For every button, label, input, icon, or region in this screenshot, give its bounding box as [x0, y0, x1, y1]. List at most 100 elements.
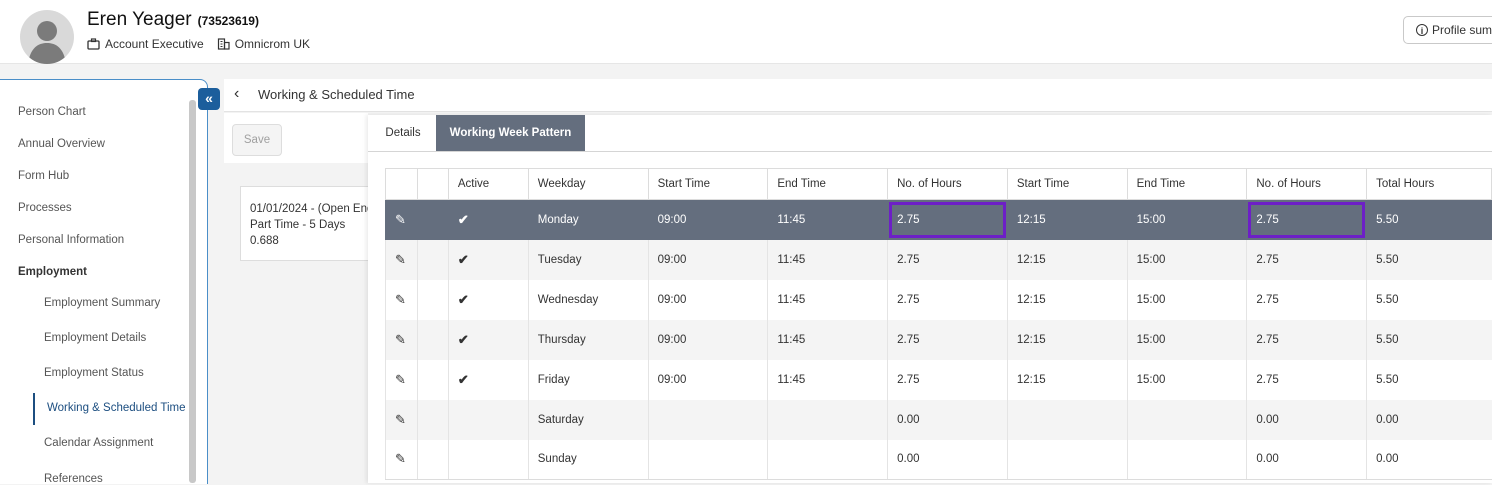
start-time-2-cell: 12:15: [1006, 279, 1128, 320]
col-header-weekday[interactable]: Weekday: [527, 168, 649, 200]
sidebar-item-employment-details[interactable]: Employment Details: [44, 332, 146, 344]
sidebar-scrollbar[interactable]: [189, 100, 196, 483]
pencil-icon: ✎: [395, 251, 406, 267]
total-hours-cell: 5.50: [1366, 319, 1492, 360]
profile-summary-button[interactable]: i Profile summ: [1403, 16, 1492, 44]
hours-1-cell: 2.75: [887, 359, 1008, 400]
total-hours-cell: 5.50: [1366, 199, 1492, 240]
total-hours-cell: 5.50: [1366, 279, 1492, 320]
end-time-1-cell: [767, 399, 888, 440]
col-header-start-time-2[interactable]: Start Time: [1006, 168, 1128, 200]
active-cell: [447, 439, 529, 480]
check-icon: ✔: [457, 331, 469, 347]
start-time-1-cell: 09:00: [647, 359, 768, 400]
job-title: Account Executive: [105, 37, 204, 51]
sidebar-item-calendar-assignment[interactable]: Calendar Assignment: [44, 437, 153, 449]
active-cell: ✔: [447, 319, 529, 360]
hours-1-cell: 2.75: [887, 199, 1008, 240]
blank-cell: [416, 319, 449, 360]
page-title: Working & Scheduled Time: [258, 87, 415, 102]
profile-summary-label: Profile summ: [1431, 23, 1492, 37]
hours-1-cell: 2.75: [887, 319, 1008, 360]
weekday-cell: Friday: [527, 359, 649, 400]
version-pattern: Part Time - 5 Days: [250, 219, 346, 231]
version-fte: 0.688: [250, 235, 279, 247]
table-row[interactable]: ✎ ✔ Thursday 09:00 11:45 2.75 12:15 15:0…: [385, 319, 1492, 360]
start-time-1-cell: 09:00: [647, 319, 768, 360]
end-time-1-cell: [767, 439, 888, 480]
col-header-total-hours[interactable]: Total Hours: [1366, 168, 1492, 200]
pencil-icon: ✎: [395, 451, 406, 467]
hours-2-value: 2.75: [1256, 213, 1279, 226]
blank-cell: [416, 439, 449, 480]
tab-details[interactable]: Details: [370, 115, 436, 151]
collapse-sidebar-button[interactable]: «: [198, 88, 220, 110]
start-time-2-cell: 12:15: [1006, 319, 1128, 360]
edit-pencil-icon[interactable]: ✎: [385, 199, 418, 240]
total-hours-cell: 5.50: [1366, 359, 1492, 400]
sidebar-item-working-scheduled-time[interactable]: Working & Scheduled Time: [47, 402, 186, 414]
info-icon: i: [1416, 24, 1428, 36]
start-time-2-cell: 12:15: [1006, 199, 1128, 240]
active-cell: ✔: [447, 359, 529, 400]
edit-pencil-icon[interactable]: ✎: [385, 359, 418, 400]
edit-pencil-icon[interactable]: ✎: [385, 239, 418, 280]
save-button[interactable]: Save: [232, 124, 282, 156]
active-cell: ✔: [447, 199, 529, 240]
col-header-end-time-2[interactable]: End Time: [1126, 168, 1248, 200]
col-header-active[interactable]: Active: [447, 168, 529, 200]
end-time-2-cell: [1126, 399, 1247, 440]
start-time-1-cell: 09:00: [647, 199, 768, 240]
weekday-cell: Wednesday: [527, 279, 649, 320]
col-header-end-time-1[interactable]: End Time: [767, 168, 889, 200]
weekday-cell: Tuesday: [527, 239, 649, 280]
tab-working-week-pattern[interactable]: Working Week Pattern: [436, 115, 585, 151]
sidebar-item-person-chart[interactable]: Person Chart: [18, 106, 86, 118]
sidebar-item-personal-information[interactable]: Personal Information: [18, 234, 124, 246]
end-time-1-cell: 11:45: [767, 359, 888, 400]
sidebar-item-annual-overview[interactable]: Annual Overview: [18, 138, 105, 150]
active-cell: ✔: [447, 239, 529, 280]
table-row[interactable]: ✎ Saturday 0.00 0.00 0.00: [385, 399, 1492, 440]
table-row[interactable]: ✎ ✔ Tuesday 09:00 11:45 2.75 12:15 15:00…: [385, 239, 1492, 280]
end-time-1-cell: 11:45: [767, 239, 888, 280]
hours-1-cell: 2.75: [887, 239, 1008, 280]
table-row[interactable]: ✎ Sunday 0.00 0.00 0.00: [385, 439, 1492, 480]
briefcase-icon: [87, 38, 100, 50]
sidebar-item-references[interactable]: References: [44, 473, 103, 485]
hours-2-cell: 2.75: [1246, 239, 1367, 280]
total-hours-cell: 0.00: [1366, 439, 1492, 480]
start-time-1-cell: [647, 399, 768, 440]
hours-2-cell: 2.75: [1246, 359, 1367, 400]
end-time-2-cell: 15:00: [1126, 319, 1247, 360]
col-header-hours-1[interactable]: No. of Hours: [887, 168, 1008, 200]
col-header-hours-2[interactable]: No. of Hours: [1246, 168, 1368, 200]
hours-1-cell: 0.00: [887, 439, 1008, 480]
end-time-1-cell: 11:45: [767, 199, 888, 240]
table-row[interactable]: ✎ ✔ Friday 09:00 11:45 2.75 12:15 15:00 …: [385, 359, 1492, 400]
edit-pencil-icon[interactable]: ✎: [385, 399, 418, 440]
check-icon: ✔: [457, 371, 469, 387]
col-header-start-time-1[interactable]: Start Time: [647, 168, 769, 200]
edit-pencil-icon[interactable]: ✎: [385, 319, 418, 360]
hours-1-cell: 2.75: [887, 279, 1008, 320]
check-icon: ✔: [457, 251, 469, 267]
double-chevron-left-icon: «: [205, 90, 213, 106]
table-row[interactable]: ✎ ✔ Wednesday 09:00 11:45 2.75 12:15 15:…: [385, 279, 1492, 320]
sidebar-item-form-hub[interactable]: Form Hub: [18, 170, 69, 182]
version-card[interactable]: 01/01/2024 - (Open End Part Time - 5 Day…: [240, 186, 368, 261]
edit-pencil-icon[interactable]: ✎: [385, 279, 418, 320]
blank-cell: [416, 199, 449, 240]
sidebar-item-employment-status[interactable]: Employment Status: [44, 367, 144, 379]
sidebar-item-employment[interactable]: Employment: [18, 266, 87, 278]
end-time-2-cell: 15:00: [1126, 199, 1247, 240]
table-row[interactable]: ✎ ✔ Monday 09:00 11:45 2.75 12:15 15:00 …: [385, 199, 1492, 240]
edit-pencil-icon[interactable]: ✎: [385, 439, 418, 480]
sidebar-item-employment-summary[interactable]: Employment Summary: [44, 297, 160, 309]
end-time-1-cell: 11:45: [767, 279, 888, 320]
back-chevron-icon[interactable]: ‹: [234, 85, 239, 103]
pencil-icon: ✎: [395, 411, 406, 427]
sidebar-item-processes[interactable]: Processes: [18, 202, 72, 214]
breadcrumb: ‹ Working & Scheduled Time: [224, 79, 1492, 112]
blank-cell: [416, 399, 449, 440]
